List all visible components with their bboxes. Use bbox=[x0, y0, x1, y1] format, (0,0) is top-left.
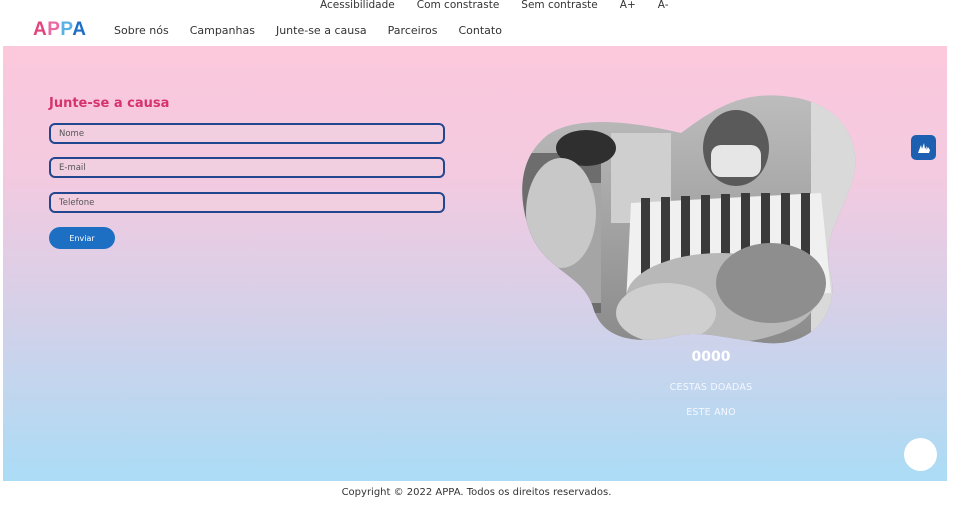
email-field[interactable] bbox=[49, 157, 445, 178]
font-decrease-link[interactable]: A- bbox=[658, 0, 669, 12]
submit-button[interactable]: Enviar bbox=[49, 227, 115, 249]
nav-item-partners[interactable]: Parceiros bbox=[388, 24, 438, 37]
donation-period: ESTE ANO bbox=[686, 407, 736, 418]
nav-item-join[interactable]: Junte-se a causa bbox=[276, 24, 367, 37]
nav-links: Sobre nós Campanhas Junte-se a causa Par… bbox=[114, 14, 502, 46]
logo-letter-p: P bbox=[47, 19, 61, 40]
nav-item-campaigns[interactable]: Campanhas bbox=[190, 24, 255, 37]
high-contrast-link[interactable]: Com constraste bbox=[417, 0, 500, 12]
nav-item-about[interactable]: Sobre nós bbox=[114, 24, 169, 37]
phone-field[interactable] bbox=[49, 192, 445, 213]
footer-copyright: Copyright © 2022 APPA. Todos os direitos… bbox=[341, 487, 612, 498]
logo-letter-p: P bbox=[60, 19, 73, 40]
form-title: Junte-se a causa bbox=[49, 96, 170, 111]
font-increase-link[interactable]: A+ bbox=[620, 0, 636, 12]
no-contrast-link[interactable]: Sem contraste bbox=[521, 0, 597, 12]
logo-letter-a: A bbox=[33, 19, 48, 40]
donation-label: CESTAS DOADAS bbox=[669, 382, 753, 393]
accessibility-link[interactable]: Acessibilidade bbox=[320, 0, 395, 12]
donation-photo bbox=[522, 95, 856, 344]
chat-bubble-icon[interactable] bbox=[904, 438, 937, 471]
main-navbar: APPA Sobre nós Campanhas Junte-se a caus… bbox=[0, 14, 953, 46]
donation-count: 0000 bbox=[691, 349, 731, 365]
name-field[interactable] bbox=[49, 123, 445, 144]
join-cause-section: Junte-se a causa Enviar bbox=[3, 46, 947, 481]
accessibility-bar: Acessibilidade Com constraste Sem contra… bbox=[320, 0, 669, 12]
sign-language-hands-icon[interactable] bbox=[911, 135, 936, 160]
nav-item-contact[interactable]: Contato bbox=[458, 24, 501, 37]
logo-letter-a: A bbox=[72, 19, 87, 40]
appa-logo[interactable]: APPA bbox=[33, 18, 86, 42]
